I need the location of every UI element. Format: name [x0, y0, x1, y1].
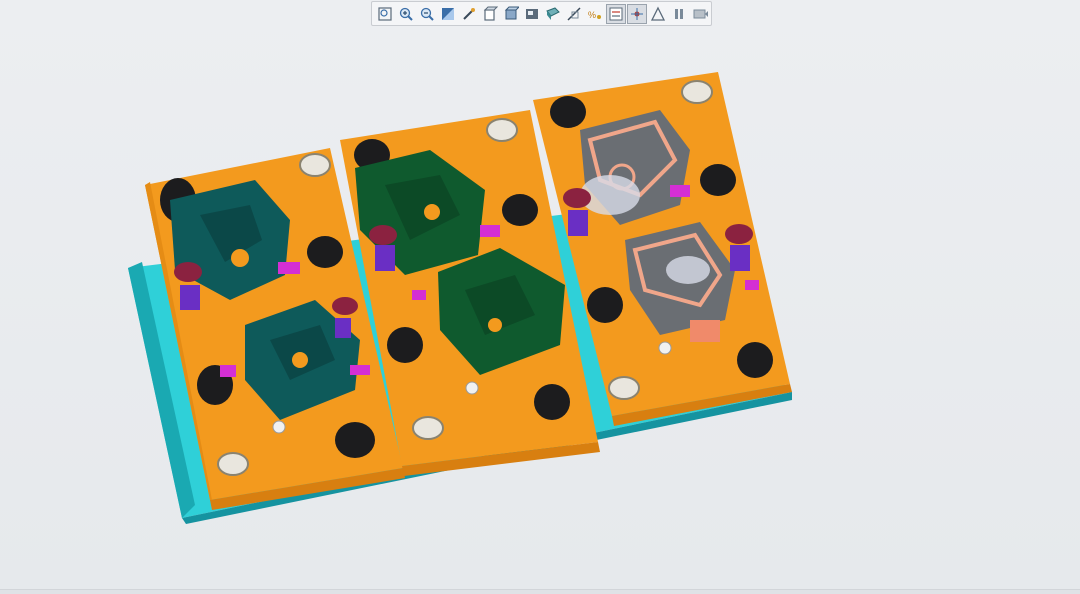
graphics-viewport[interactable]: % [0, 0, 1080, 594]
viewport-bottom-edge [0, 589, 1080, 594]
saved-views-button[interactable] [480, 4, 500, 24]
zoom-out-button[interactable] [417, 4, 437, 24]
svg-text:%: % [588, 10, 596, 20]
saved-views-icon [483, 6, 498, 21]
appearance-button[interactable] [648, 4, 668, 24]
spin-center-icon [631, 7, 643, 20]
view-manager-button[interactable] [522, 4, 542, 24]
annotation-display-button[interactable] [606, 3, 626, 24]
pause-button[interactable] [669, 4, 689, 24]
zoom-out-icon [420, 7, 434, 21]
appearance-icon [650, 6, 666, 21]
refit-icon [442, 7, 454, 20]
pause-icon [675, 8, 683, 19]
graphics-toolbar: % [371, 1, 712, 26]
perspective-button[interactable] [543, 4, 563, 24]
reorient-button[interactable] [459, 4, 479, 24]
view-manager-icon [526, 8, 538, 19]
datum-display-button[interactable]: % [585, 4, 605, 24]
refit-button[interactable] [438, 4, 458, 24]
datum-display-icon: % [588, 10, 601, 20]
reorient-icon [463, 7, 475, 20]
section-button[interactable] [564, 4, 584, 24]
display-style-icon [504, 6, 519, 19]
perspective-icon [546, 6, 560, 20]
zoom-in-button[interactable] [396, 4, 416, 24]
spin-center-button[interactable] [627, 3, 647, 24]
annotation-display-icon [609, 7, 623, 20]
display-style-button[interactable] [501, 4, 521, 24]
zoom-in-icon [399, 7, 413, 21]
export-icon [693, 9, 708, 18]
export-button[interactable] [690, 4, 710, 24]
zoom-fit-button[interactable] [375, 4, 395, 24]
cad-model-view[interactable] [0, 0, 1080, 594]
section-icon [567, 6, 581, 21]
zoom-fit-icon [378, 6, 392, 21]
